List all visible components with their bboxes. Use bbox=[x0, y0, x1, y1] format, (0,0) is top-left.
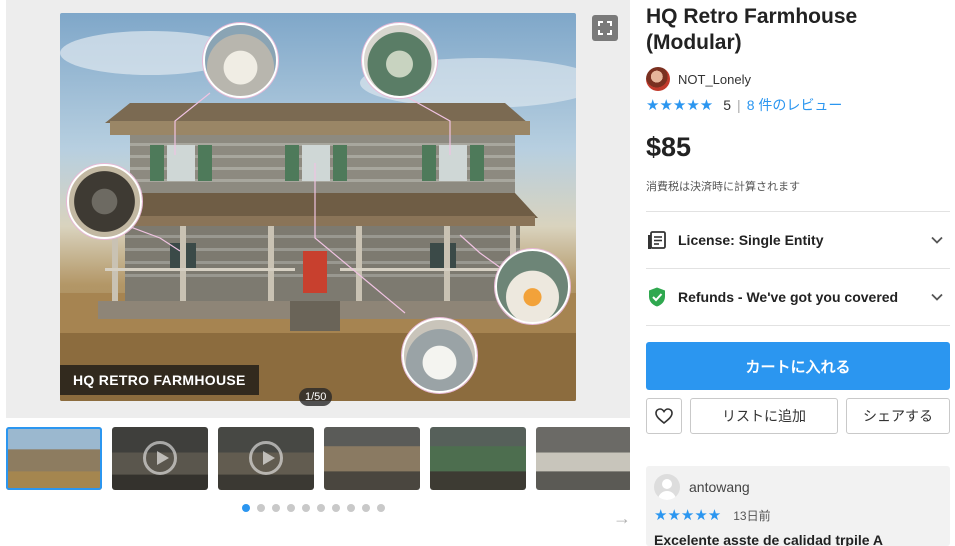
publisher-name[interactable]: NOT_Lonely bbox=[678, 72, 751, 87]
chevron-down-icon bbox=[931, 236, 943, 244]
license-icon bbox=[648, 231, 666, 249]
reviewer-name[interactable]: antowang bbox=[689, 479, 750, 495]
kitchen-detail-bubble bbox=[362, 23, 437, 98]
bathtub-detail-bubble bbox=[402, 318, 477, 393]
star-rating-icon: ★★★★★ bbox=[646, 97, 714, 114]
thumbnail-3-video[interactable] bbox=[218, 427, 314, 490]
thumbnail-2-video[interactable] bbox=[112, 427, 208, 490]
pagination-dot[interactable] bbox=[272, 504, 280, 512]
pagination-dot[interactable] bbox=[347, 504, 355, 512]
pagination-dot[interactable] bbox=[302, 504, 310, 512]
shield-check-icon bbox=[649, 287, 665, 307]
reviews-link[interactable]: 8 件のレビュー bbox=[747, 95, 843, 115]
product-title: HQ Retro Farmhouse (Modular) bbox=[646, 5, 858, 54]
bedroom-detail-bubble bbox=[203, 23, 278, 98]
tv-detail-bubble bbox=[67, 164, 142, 239]
image-counter: 1/50 bbox=[299, 388, 333, 406]
divider bbox=[646, 211, 950, 212]
divider bbox=[646, 325, 950, 326]
reviewer-avatar-icon bbox=[654, 474, 680, 500]
rating-value: 5 bbox=[723, 97, 732, 113]
review-rating: ★★★★★ 13日前 bbox=[654, 506, 771, 524]
hero-caption: HQ RETRO FARMHOUSE bbox=[60, 365, 259, 395]
divider bbox=[646, 268, 950, 269]
pagination-dot[interactable] bbox=[362, 504, 370, 512]
refunds-label: Refunds - We've got you covered bbox=[678, 289, 899, 305]
pagination-dot[interactable] bbox=[317, 504, 325, 512]
review-header: antowang bbox=[654, 474, 750, 500]
thumbnail-4[interactable] bbox=[324, 427, 420, 490]
pagination-dot[interactable] bbox=[257, 504, 265, 512]
review-date: 13日前 bbox=[733, 508, 771, 523]
pagination-dot[interactable] bbox=[332, 504, 340, 512]
thumbnail-1[interactable] bbox=[6, 427, 102, 490]
product-rating: ★★★★★ 5 | 8 件のレビュー bbox=[646, 95, 842, 115]
fireplace-detail-bubble bbox=[495, 249, 570, 324]
pagination-dot[interactable] bbox=[287, 504, 295, 512]
pagination-dot[interactable] bbox=[377, 504, 385, 512]
play-icon bbox=[249, 441, 283, 475]
refunds-accordion[interactable]: Refunds - We've got you covered bbox=[646, 277, 950, 317]
license-label: License: Single Entity bbox=[678, 232, 824, 248]
price: $85 bbox=[646, 132, 692, 162]
add-to-list-button[interactable]: リストに追加 bbox=[690, 398, 838, 434]
favorite-button[interactable] bbox=[646, 398, 682, 434]
add-to-cart-button[interactable]: カートに入れる bbox=[646, 342, 950, 390]
publisher[interactable]: NOT_Lonely bbox=[646, 67, 751, 91]
rating-divider: | bbox=[737, 97, 741, 113]
play-icon bbox=[143, 441, 177, 475]
pagination-dot[interactable] bbox=[242, 504, 250, 512]
share-button[interactable]: シェアする bbox=[846, 398, 950, 434]
publisher-avatar bbox=[646, 67, 670, 91]
chevron-down-icon bbox=[931, 293, 943, 301]
star-rating-icon: ★★★★★ bbox=[654, 507, 722, 524]
fullscreen-icon bbox=[598, 21, 612, 35]
license-accordion[interactable]: License: Single Entity bbox=[646, 220, 950, 260]
tax-note: 消費税は決済時に計算されます bbox=[646, 181, 800, 193]
heart-icon bbox=[655, 408, 673, 424]
gallery-pagination bbox=[242, 504, 385, 512]
next-arrow-icon[interactable]: → bbox=[613, 508, 631, 529]
review-card: antowang ★★★★★ 13日前 Excelente asste de c… bbox=[646, 466, 950, 546]
thumbnail-5[interactable] bbox=[430, 427, 526, 490]
thumbnail-6[interactable] bbox=[536, 427, 630, 490]
thumbnail-strip bbox=[6, 427, 630, 493]
fullscreen-button[interactable] bbox=[592, 15, 618, 41]
